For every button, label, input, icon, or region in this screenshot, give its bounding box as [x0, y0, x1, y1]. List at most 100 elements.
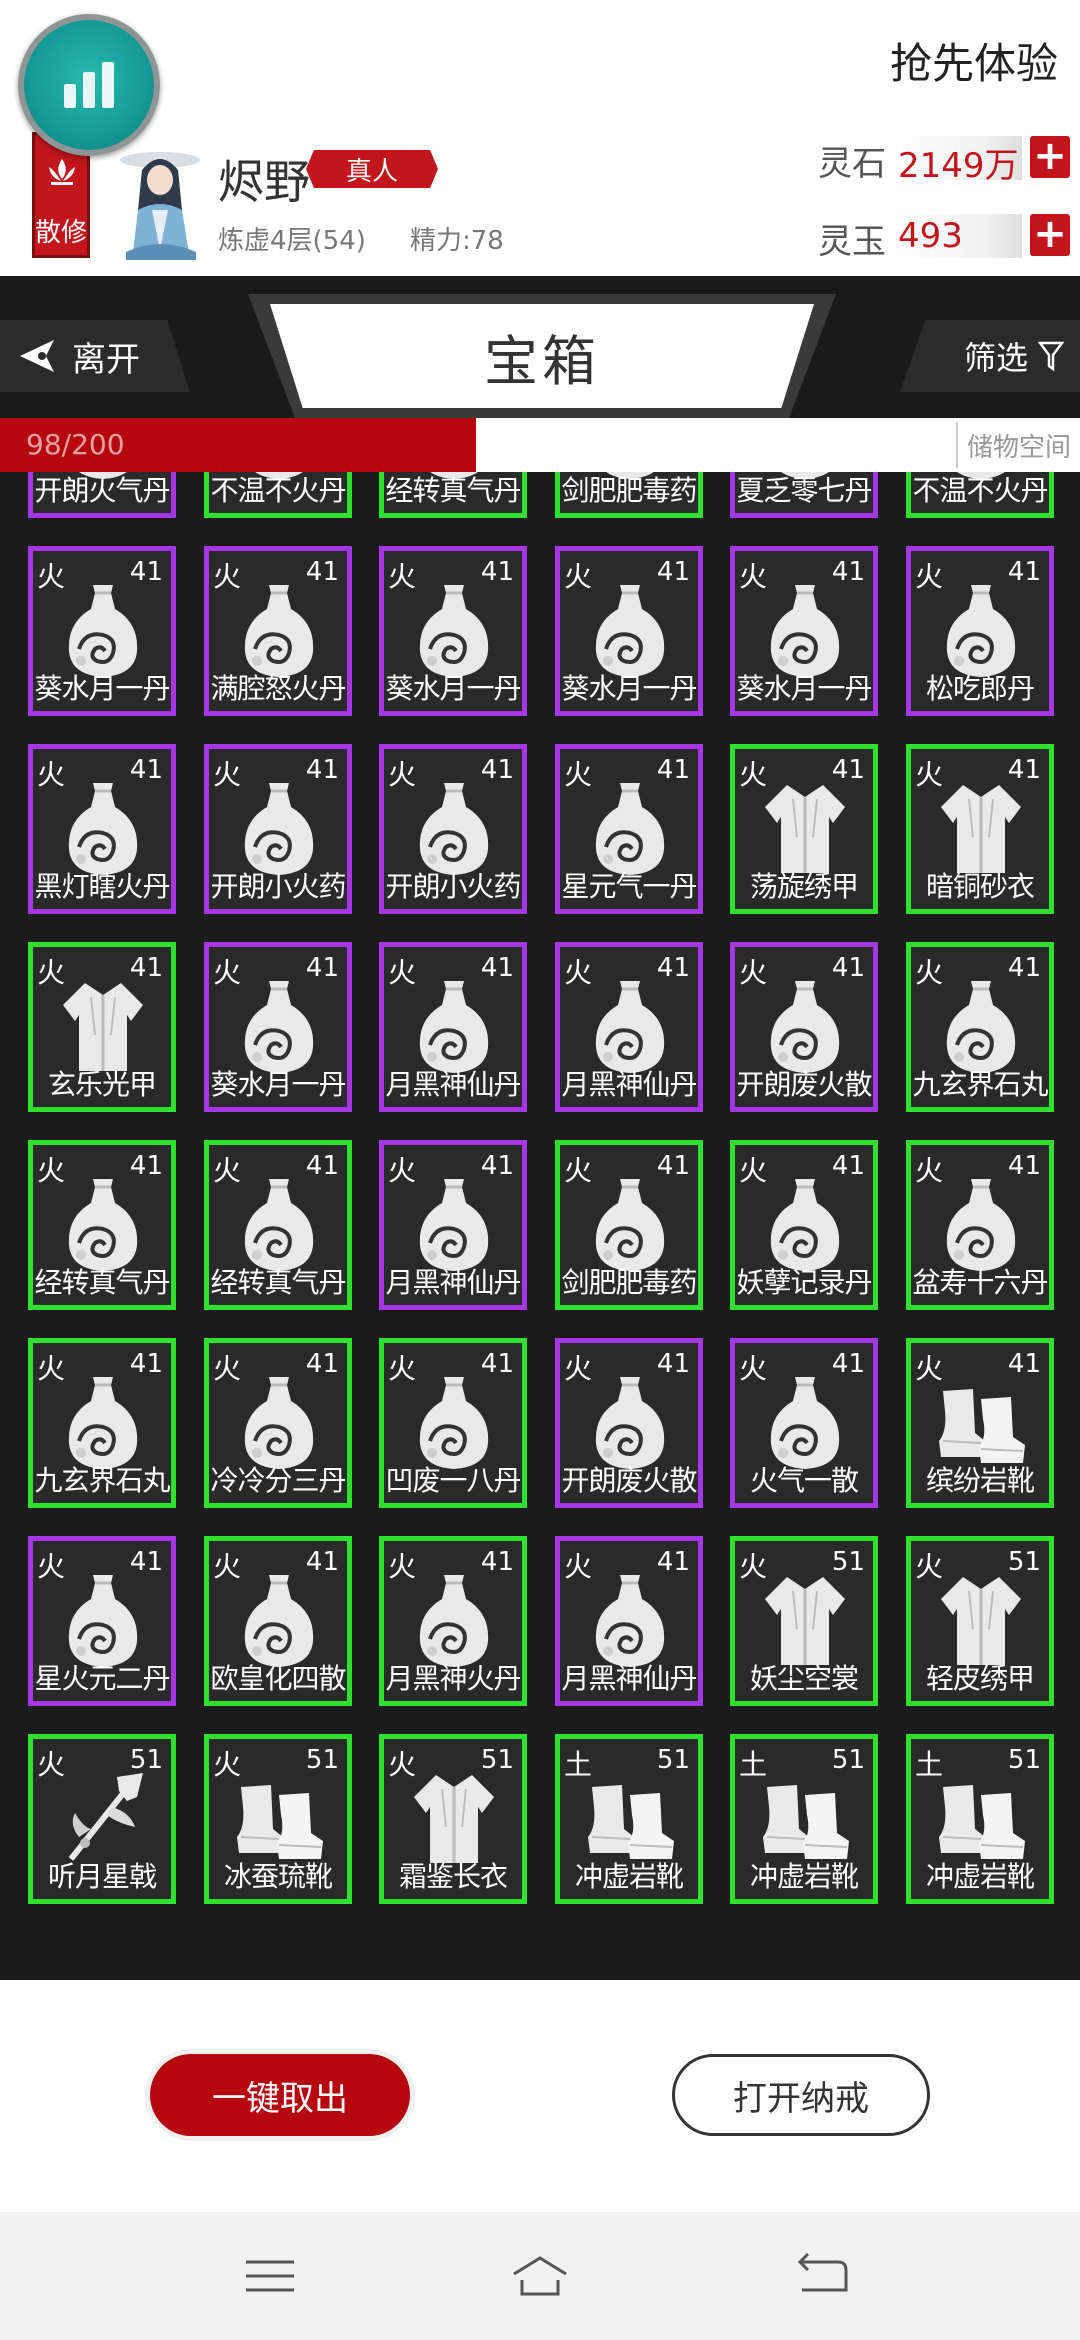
item-cell[interactable]: 火 41 火气一散	[730, 1338, 878, 1508]
item-name: 经转真气丹	[210, 1266, 346, 1299]
pill-bottle-icon	[231, 1371, 327, 1471]
currency-label: 灵石	[818, 144, 886, 184]
item-cell[interactable]: 火 41 星火元二丹	[28, 1536, 176, 1706]
pill-bottle-icon	[933, 579, 1029, 679]
item-cell[interactable]: 火 41 开朗废火散	[730, 942, 878, 1112]
item-name: 剑肥肥毒药	[561, 1266, 697, 1299]
pill-bottle-icon	[582, 1569, 678, 1669]
item-cell[interactable]: 火 41 九玄界石丸	[906, 942, 1054, 1112]
storage-space-tab[interactable]: 储物空间	[956, 422, 1080, 468]
item-cell[interactable]: 不温不火丹	[204, 472, 352, 518]
item-cell[interactable]: 火 41 妖孽记录丹	[730, 1140, 878, 1310]
pill-bottle-icon	[55, 1569, 151, 1669]
leave-button[interactable]: 离开	[0, 320, 190, 392]
robe-icon	[757, 1569, 853, 1669]
item-cell[interactable]: 火 41 葵水月一丹	[379, 546, 527, 716]
pill-bottle-icon	[582, 777, 678, 877]
item-cell[interactable]: 火 41 月黑神仙丹	[379, 1140, 527, 1310]
add-lingyu-button[interactable]: +	[1030, 214, 1070, 256]
item-cell[interactable]: 火 41 荡旋绣甲	[730, 744, 878, 914]
item-name: 月黑神仙丹	[561, 1662, 697, 1695]
item-name: 开朗废火散	[561, 1464, 697, 1497]
item-cell[interactable]: 夏乏零七丹	[730, 472, 878, 518]
item-cell[interactable]: 火 51 妖尘空裳	[730, 1536, 878, 1706]
item-cell[interactable]: 土 51 冲虚岩靴	[906, 1734, 1054, 1904]
item-cell[interactable]: 火 41 葵水月一丹	[204, 942, 352, 1112]
tab-treasure-chest[interactable]: 宝箱	[248, 294, 836, 418]
open-ring-button[interactable]: 打开纳戒	[672, 2054, 930, 2136]
item-cell[interactable]: 火 41 开朗小火药	[379, 744, 527, 914]
item-cell[interactable]: 火 41 欧皇化四散	[204, 1536, 352, 1706]
item-cell[interactable]: 火 41 经转真气丹	[204, 1140, 352, 1310]
item-cell[interactable]: 火 41 松吃郎丹	[906, 546, 1054, 716]
item-cell[interactable]: 土 51 冲虚岩靴	[730, 1734, 878, 1904]
item-cell[interactable]: 火 41 星元气一丹	[555, 744, 703, 914]
floating-stats-button[interactable]	[18, 14, 160, 156]
item-cell[interactable]: 火 51 霜鉴长衣	[379, 1734, 527, 1904]
filter-button[interactable]: 筛选	[900, 320, 1080, 392]
item-name: 月黑神仙丹	[385, 1068, 521, 1101]
lotus-icon	[49, 159, 75, 185]
back-arrow-icon	[20, 340, 54, 372]
item-cell[interactable]: 火 41 经转真气丹	[28, 1140, 176, 1310]
menu-icon[interactable]	[240, 2248, 300, 2304]
boots-icon	[582, 1767, 678, 1867]
item-cell[interactable]: 火 41 葵水月一丹	[28, 546, 176, 716]
item-cell[interactable]: 剑肥肥毒药	[555, 472, 703, 518]
item-grid-area[interactable]: 开朗火气丹 不温不火丹 经转真气丹 剑肥肥毒药 夏乏零七丹 不温不火丹火 41 葵水月一丹火 4…	[0, 472, 1080, 1980]
item-cell[interactable]: 火 41 月黑神火丹	[379, 1536, 527, 1706]
item-name: 妖尘空裳	[749, 1662, 859, 1695]
item-cell[interactable]: 火 41 开朗废火散	[555, 1338, 703, 1508]
item-cell[interactable]: 火 51 轻皮绣甲	[906, 1536, 1054, 1706]
item-name: 开朗小火药	[210, 870, 346, 903]
item-cell[interactable]: 开朗火气丹	[28, 472, 176, 518]
home-icon[interactable]	[510, 2248, 570, 2304]
pill-bottle-icon	[231, 975, 327, 1075]
currency-lingshi: 灵石 2149万 +	[818, 132, 1070, 186]
action-area: 一键取出 打开纳戒	[0, 1980, 1080, 2212]
back-icon[interactable]	[792, 2248, 852, 2304]
item-cell[interactable]: 火 51 冰蚕琉靴	[204, 1734, 352, 1904]
item-name: 火气一散	[749, 1464, 859, 1497]
item-cell[interactable]: 火 41 葵水月一丹	[730, 546, 878, 716]
boots-icon	[757, 1767, 853, 1867]
pill-bottle-icon	[582, 579, 678, 679]
capacity-count: 98/200	[26, 428, 125, 461]
item-name: 妖孽记录丹	[736, 1266, 872, 1299]
item-cell[interactable]: 经转真气丹	[379, 472, 527, 518]
item-cell[interactable]: 火 41 缤纷岩靴	[906, 1338, 1054, 1508]
pill-bottle-icon	[757, 1371, 853, 1471]
currency-label: 灵玉	[818, 222, 886, 262]
item-cell[interactable]: 土 51 冲虚岩靴	[555, 1734, 703, 1904]
item-cell[interactable]: 火 41 开朗小火药	[204, 744, 352, 914]
pill-bottle-icon	[582, 1173, 678, 1273]
item-cell[interactable]: 火 41 玄乐光甲	[28, 942, 176, 1112]
item-cell[interactable]: 火 41 盆寿十六丹	[906, 1140, 1054, 1310]
item-cell[interactable]: 火 51 听月星戟	[28, 1734, 176, 1904]
item-name: 剑肥肥毒药	[561, 474, 697, 507]
item-name: 星火元二丹	[34, 1662, 170, 1695]
item-cell[interactable]: 火 41 黑灯瞎火丹	[28, 744, 176, 914]
add-lingshi-button[interactable]: +	[1030, 136, 1070, 178]
item-cell[interactable]: 火 41 月黑神仙丹	[379, 942, 527, 1112]
item-cell[interactable]: 火 41 满腔怒火丹	[204, 546, 352, 716]
take-all-button[interactable]: 一键取出	[150, 2054, 410, 2136]
pill-bottle-icon	[406, 1569, 502, 1669]
pill-bottle-icon	[231, 777, 327, 877]
item-name: 开朗废火散	[736, 1068, 872, 1101]
item-cell[interactable]: 火 41 九玄界石丸	[28, 1338, 176, 1508]
item-cell[interactable]: 火 41 凹废一八丹	[379, 1338, 527, 1508]
item-cell[interactable]: 火 41 冷冷分三丹	[204, 1338, 352, 1508]
avatar[interactable]	[112, 140, 208, 260]
item-cell[interactable]: 火 41 葵水月一丹	[555, 546, 703, 716]
pill-bottle-icon	[55, 1371, 151, 1471]
item-name: 不温不火丹	[210, 474, 346, 507]
item-cell[interactable]: 火 41 月黑神仙丹	[555, 1536, 703, 1706]
item-name: 葵水月一丹	[34, 672, 170, 705]
item-cell[interactable]: 火 41 月黑神仙丹	[555, 942, 703, 1112]
item-name: 松吃郎丹	[925, 672, 1035, 705]
early-access-label[interactable]: 抢先体验	[890, 30, 1058, 91]
item-cell[interactable]: 不温不火丹	[906, 472, 1054, 518]
item-cell[interactable]: 火 41 暗铜砂衣	[906, 744, 1054, 914]
item-cell[interactable]: 火 41 剑肥肥毒药	[555, 1140, 703, 1310]
